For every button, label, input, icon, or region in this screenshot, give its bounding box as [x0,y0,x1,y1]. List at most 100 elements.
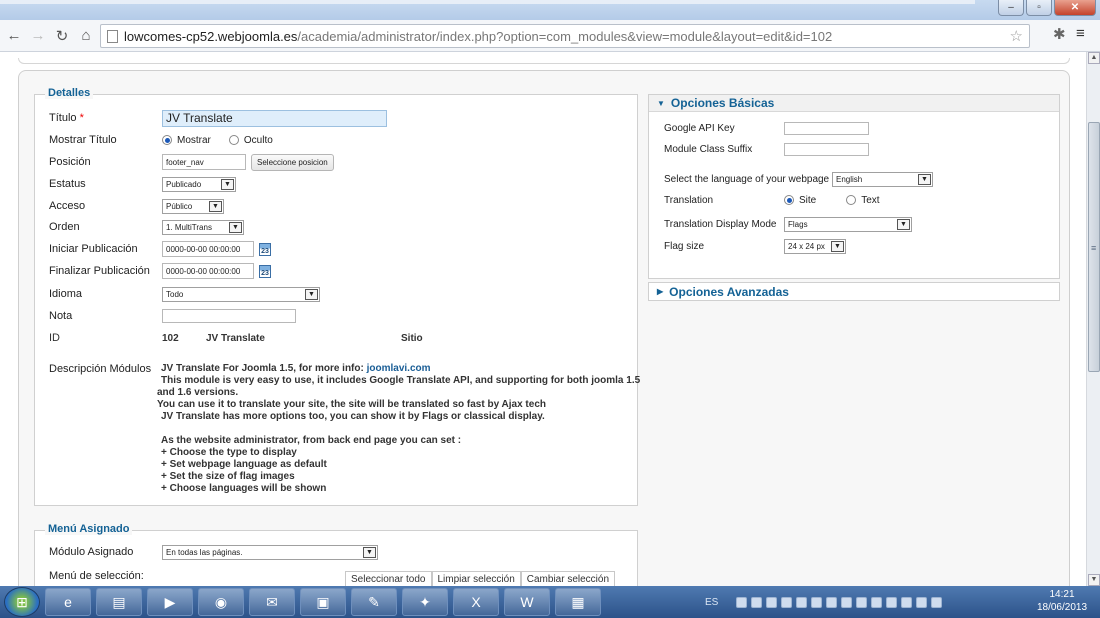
tray-icon[interactable] [736,596,748,608]
display-mode-select[interactable]: Flags ▼ [784,216,912,232]
orden-label: Orden [49,221,80,233]
chrome-icon[interactable]: ◉ [198,588,244,616]
modulo-asignado-label: Módulo Asignado [49,546,134,558]
tray-icon[interactable] [886,596,898,608]
estatus-select[interactable]: Publicado ▼ [162,176,236,192]
webpage-language-label: Select the language of your webpage [664,173,830,185]
network-icon[interactable]: ▣ [300,588,346,616]
posicion-label: Posición [49,156,91,168]
tray-icon[interactable] [811,596,823,608]
cambiar-seleccion-button[interactable]: Cambiar selección [520,571,616,586]
iniciar-publicacion-input[interactable]: 0000-00-00 00:00:00 [162,241,254,257]
start-button[interactable]: ⊞ [4,587,40,617]
seleccione-posicion-button[interactable]: Seleccione posicion [251,153,334,171]
titulo-input[interactable]: JV Translate [162,109,387,127]
mostrar-radio[interactable] [162,135,172,145]
browser-menu-icon[interactable]: ≡ [1076,25,1085,42]
top-panel-edge [18,58,1070,64]
menu-asignado-legend: Menú Asignado [45,523,133,535]
volume-icon[interactable] [931,596,943,608]
maximize-button[interactable]: ▫ [1026,0,1052,16]
media-player-icon[interactable]: ▶ [147,588,193,616]
tray-icon[interactable] [781,596,793,608]
limpiar-seleccion-button[interactable]: Limpiar selección [431,571,521,586]
seleccionar-todo-button[interactable]: Seleccionar todo [345,571,432,586]
url-host: lowcomes-cp52.webjoomla.es [124,28,298,44]
acceso-select[interactable]: Público ▼ [162,198,224,214]
tray-icon[interactable] [766,596,778,608]
api-key-row: Google API Key [664,120,869,136]
site-radio[interactable] [784,195,794,205]
minimize-button[interactable]: – [998,0,1024,16]
language-indicator[interactable]: ES [705,597,718,608]
tray-icon[interactable] [901,596,913,608]
api-key-input[interactable] [784,121,869,135]
opciones-basicas-header[interactable]: ▼ Opciones Básicas [649,95,1059,112]
nota-input[interactable] [162,309,296,323]
signal-icon[interactable] [916,596,928,608]
opciones-avanzadas-header[interactable]: ▶ Opciones Avanzadas [648,282,1060,301]
posicion-input[interactable]: footer_nav [162,154,246,170]
idioma-select[interactable]: Todo ▼ [162,286,320,302]
modulo-asignado-select[interactable]: En todas las páginas. ▼ [162,544,378,560]
outlook-icon[interactable]: ✉ [249,588,295,616]
bookmark-star-icon[interactable]: ☆ [1010,27,1023,45]
scroll-down-icon[interactable]: ▼ [1088,574,1100,586]
id-site: Sitio [401,332,423,344]
text-radio[interactable] [846,195,857,205]
menu-seleccion-label: Menú de selección: [49,570,144,582]
calendar-icon[interactable]: 23 [259,264,271,278]
titulo-label: Título * [49,112,84,124]
mostrar-radio-label: Mostrar [177,134,211,146]
taskbar: ⊞ e ▤ ▶ ◉ ✉ ▣ ✎ ✦ X W ▦ ES 14:21 18/06/2… [0,586,1100,618]
tray-icon[interactable] [856,596,868,608]
file-explorer-icon[interactable]: ▤ [96,588,142,616]
clock[interactable]: 14:21 18/06/2013 [1030,588,1094,614]
tray-icon[interactable] [751,596,763,608]
estatus-row: Estatus Publicado ▼ [49,175,629,193]
tray-icon[interactable] [796,596,808,608]
flag-size-select[interactable]: 24 x 24 px ▼ [784,238,846,254]
close-button[interactable]: ✕ [1054,0,1096,16]
address-bar[interactable]: lowcomes-cp52.webjoomla.es /academia/adm… [100,24,1030,48]
back-arrow-icon[interactable]: ← [4,27,24,44]
reload-icon[interactable]: ↻ [52,27,72,45]
gimp-icon[interactable]: ✦ [402,588,448,616]
scroll-thumb[interactable]: ≡ [1088,122,1100,372]
display-mode-label: Translation Display Mode [664,218,777,230]
tray-icon[interactable] [826,596,838,608]
calculator-icon[interactable]: ▦ [555,588,601,616]
orden-select[interactable]: 1. MultiTrans ▼ [162,219,244,235]
calendar-icon[interactable]: 23 [259,242,271,256]
chevron-down-icon: ▼ [229,221,242,233]
translation-label: Translation [664,194,714,206]
scroll-up-icon[interactable]: ▲ [1088,52,1100,64]
acceso-row: Acceso Público ▼ [49,197,629,215]
modulo-asignado-row: Módulo Asignado En todas las páginas. ▼ [49,543,629,561]
joomlavi-link[interactable]: joomlavi.com [367,363,431,374]
extension-icon[interactable]: ✱ [1053,25,1066,43]
module-class-suffix-row: Module Class Suffix [664,141,869,157]
chevron-down-icon: ▼ [897,218,910,230]
word-icon[interactable]: W [504,588,550,616]
flag-size-label: Flag size [664,240,705,252]
webpage-language-select[interactable]: English ▼ [832,171,933,187]
id-value: 102 [162,332,179,344]
nota-row: Nota [49,307,629,325]
oculto-radio[interactable] [228,135,239,145]
acceso-label: Acceso [49,200,86,212]
finalizar-publicacion-input[interactable]: 0000-00-00 00:00:00 [162,263,254,279]
triangle-right-icon: ▶ [657,287,664,296]
oculto-radio-label: Oculto [243,134,273,146]
excel-icon[interactable]: X [453,588,499,616]
home-icon[interactable]: ⌂ [76,27,96,44]
finalizar-publicacion-row: Finalizar Publicación 0000-00-00 00:00:0… [49,262,629,280]
tray-icon[interactable] [841,596,853,608]
tray-icon[interactable] [871,596,883,608]
id-label: ID [49,332,60,344]
module-class-suffix-input[interactable] [784,142,869,156]
page-scrollbar[interactable]: ▲ ≡ ▼ [1086,52,1100,586]
internet-explorer-icon[interactable]: e [45,588,91,616]
notepad-icon[interactable]: ✎ [351,588,397,616]
forward-arrow-icon[interactable]: → [28,27,48,44]
